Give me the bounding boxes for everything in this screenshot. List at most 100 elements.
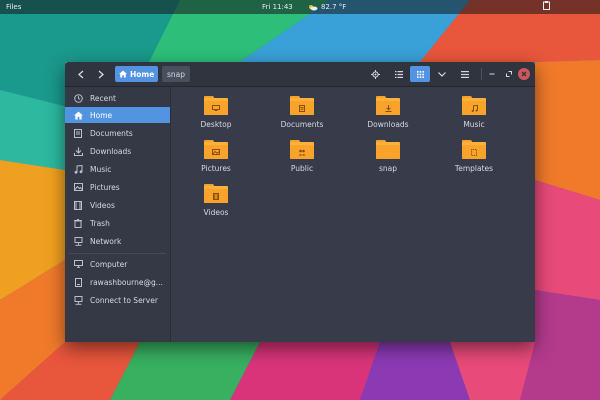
sidebar-item-label: Videos — [90, 200, 115, 210]
clipboard-icon[interactable] — [543, 1, 550, 12]
sidebar-item-label: Downloads — [90, 146, 132, 156]
folder-icon — [376, 140, 400, 159]
maximize-button[interactable] — [502, 66, 516, 82]
sidebar-item-recent[interactable]: Recent — [65, 90, 170, 106]
list-view-button[interactable] — [391, 66, 407, 82]
sidebar-item-network[interactable]: Network — [65, 233, 170, 249]
path-snap-label: snap — [167, 69, 186, 79]
files-window: Home snap Recent Home Documents Download… — [65, 62, 535, 342]
folder-label: Videos — [203, 208, 229, 217]
folder-label: Desktop — [200, 120, 232, 129]
sidebar-item-documents[interactable]: Documents — [65, 125, 170, 141]
folder-pictures[interactable]: Pictures — [181, 140, 251, 173]
sidebar-item-label: Music — [90, 164, 112, 174]
sidebar-item-computer[interactable]: Computer — [65, 256, 170, 272]
sidebar-item-downloads[interactable]: Downloads — [65, 143, 170, 159]
sidebar-item-home[interactable]: Home — [65, 107, 170, 123]
home-icon — [72, 111, 84, 120]
minimize-button[interactable] — [485, 66, 499, 82]
sidebar-item-label: Documents — [90, 128, 133, 138]
folder-label: Pictures — [201, 164, 231, 173]
forward-icon — [98, 70, 104, 78]
sidebar-item-label: Network — [90, 236, 122, 246]
header-separator — [481, 68, 482, 80]
download-icon — [72, 147, 84, 156]
folder-music[interactable]: Music — [439, 96, 509, 129]
sidebar-item-label: Trash — [90, 218, 110, 228]
drive-icon — [72, 277, 84, 287]
header-bar: Home snap — [65, 62, 535, 87]
folder-public[interactable]: Public — [267, 140, 337, 173]
menu-icon — [461, 70, 469, 78]
cloud-sun-icon — [309, 4, 318, 10]
sidebar-item-music[interactable]: Music — [65, 161, 170, 177]
folder-desktop[interactable]: Desktop — [181, 96, 251, 129]
places-sidebar: Recent Home Documents Downloads Music Pi… — [65, 87, 171, 342]
sidebar-item-label: Home — [90, 110, 113, 120]
downloads-folder-icon — [376, 96, 400, 115]
weather-indicator[interactable]: 82.7 °F — [308, 3, 346, 11]
menu-button[interactable] — [457, 66, 473, 82]
templates-folder-icon — [462, 140, 486, 159]
folder-label: Music — [463, 120, 485, 129]
sidebar-divider — [69, 253, 166, 254]
music-icon — [72, 164, 84, 174]
folder-label: Downloads — [367, 120, 409, 129]
grid-view-button[interactable] — [410, 66, 430, 82]
file-grid: Desktop Documents Downloads Music Pictur… — [171, 87, 535, 342]
sidebar-item-label: Connect to Server — [90, 295, 158, 305]
sidebar-item-label: Computer — [90, 259, 128, 269]
documents-folder-icon — [290, 96, 314, 115]
folder-label: Documents — [280, 120, 324, 129]
folder-label: snap — [378, 164, 398, 173]
sidebar-item-label: rawashbourne@g... — [90, 277, 163, 287]
sidebar-item-pictures[interactable]: Pictures — [65, 179, 170, 195]
picture-icon — [72, 183, 84, 191]
grid-view-icon — [416, 70, 424, 78]
chevron-down-icon — [438, 71, 446, 77]
sidebar-item-trash[interactable]: Trash — [65, 215, 170, 231]
sidebar-item-videos[interactable]: Videos — [65, 197, 170, 213]
public-folder-icon — [290, 140, 314, 159]
close-button[interactable] — [518, 68, 530, 80]
clock-icon — [72, 93, 84, 103]
sidebar-item-connect-to-server[interactable]: Connect to Server — [65, 292, 170, 308]
trash-icon — [72, 218, 84, 228]
back-icon — [78, 70, 84, 78]
view-options-button[interactable] — [433, 66, 451, 82]
folder-videos[interactable]: Videos — [181, 184, 251, 217]
folder-label: Templates — [454, 164, 494, 173]
path-home-label: Home — [130, 69, 155, 79]
video-icon — [72, 200, 84, 210]
home-icon — [119, 70, 127, 78]
sidebar-item-remote-drive[interactable]: rawashbourne@g... — [65, 274, 170, 290]
document-icon — [72, 128, 84, 138]
folder-downloads[interactable]: Downloads — [353, 96, 423, 129]
back-button[interactable] — [73, 66, 89, 82]
videos-folder-icon — [204, 184, 228, 203]
locate-icon — [370, 69, 380, 79]
folder-label: Public — [290, 164, 314, 173]
clock[interactable]: Fri 11:43 — [262, 3, 293, 11]
close-icon — [521, 71, 527, 77]
locate-button[interactable] — [366, 66, 384, 82]
forward-button[interactable] — [93, 66, 109, 82]
folder-templates[interactable]: Templates — [439, 140, 509, 173]
computer-icon — [72, 260, 84, 268]
network-icon — [72, 236, 84, 246]
top-bar: Files Fri 11:43 82.7 °F — [0, 0, 600, 14]
pictures-folder-icon — [204, 140, 228, 159]
music-folder-icon — [462, 96, 486, 115]
app-menu[interactable]: Files — [6, 3, 21, 11]
maximize-icon — [506, 71, 512, 77]
desktop-folder-icon — [204, 96, 228, 115]
minimize-icon — [489, 73, 495, 75]
path-home-button[interactable]: Home — [115, 66, 159, 82]
folder-snap[interactable]: snap — [353, 140, 423, 173]
sidebar-item-label: Pictures — [90, 182, 120, 192]
path-snap-button[interactable]: snap — [162, 66, 191, 82]
system-tray[interactable] — [543, 1, 600, 12]
server-icon — [72, 295, 84, 305]
folder-documents[interactable]: Documents — [267, 96, 337, 129]
list-view-icon — [395, 70, 403, 78]
